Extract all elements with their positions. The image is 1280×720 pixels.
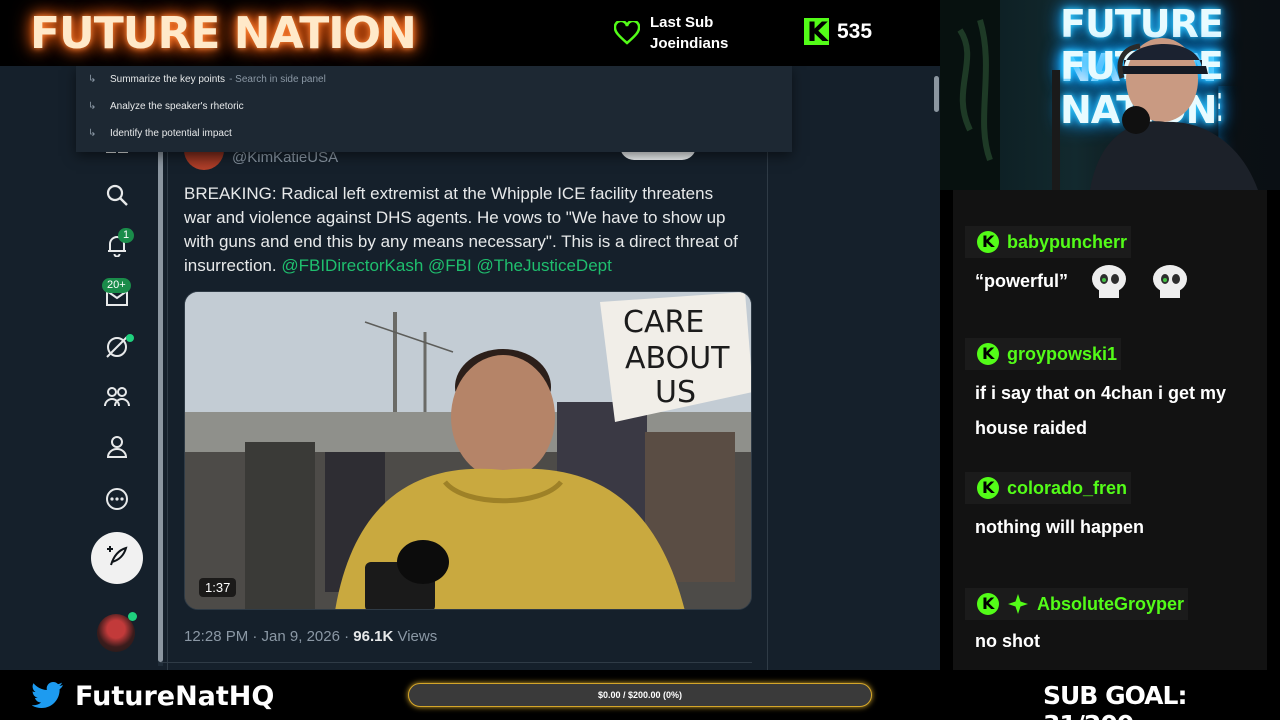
nav-grok[interactable] xyxy=(92,326,142,368)
suggestion-arrow-icon: ↳ xyxy=(88,74,97,85)
chat-username[interactable]: babypuncherr xyxy=(965,226,1132,258)
chat-message-text: nothing will happen xyxy=(975,517,1144,537)
suggestion-hint: - Search in side panel xyxy=(229,74,326,85)
column-divider xyxy=(767,66,768,670)
suggestion-arrow-icon: ↳ xyxy=(88,101,97,112)
video-duration: 1:37 xyxy=(199,578,237,597)
notifications-badge: 1 xyxy=(118,228,135,243)
chat-messages: babypuncherr “powerful” groypowski1 if i… xyxy=(953,190,1267,670)
svg-text:ABOUT: ABOUT xyxy=(625,341,730,376)
chat-username-text: colorado_fren xyxy=(1007,477,1128,498)
last-sub-label: Last Sub xyxy=(650,14,714,31)
tweet-timestamp[interactable]: 12:28 PM · Jan 9, 2026 · xyxy=(184,628,353,645)
suggestion-item[interactable]: ↳ Identify the potential impact xyxy=(88,120,232,147)
account-status-dot xyxy=(128,612,137,621)
webcam-feed: FUTURE NATION FUTURE NATION FUTURE NATIO… xyxy=(940,0,1280,190)
people-icon xyxy=(103,385,131,409)
heart-icon xyxy=(614,21,640,45)
compose-post-button[interactable] xyxy=(91,532,143,584)
future-nation-logo: FUTURE NATION xyxy=(30,8,417,59)
follower-count: 535 xyxy=(837,19,873,43)
tweet-divider xyxy=(160,662,752,663)
tweet-text: BREAKING: Radical left extremist at the … xyxy=(184,182,744,278)
nav-explore[interactable] xyxy=(92,174,142,216)
streamer-illustration xyxy=(940,0,1258,190)
sub-goal: SUB GOAL: 31/200 xyxy=(1043,681,1187,720)
tweet-video[interactable]: CARE ABOUT US 1:37 xyxy=(184,291,752,610)
skull-emote-icon xyxy=(1150,264,1190,300)
tweet-meta: 12:28 PM · Jan 9, 2026 · 96.1K Views xyxy=(184,628,437,645)
more-circle-icon xyxy=(105,487,129,511)
chat-username-text: AbsoluteGroyper xyxy=(1037,593,1185,614)
twitter-handle: FutureNatHQ xyxy=(75,681,275,712)
messages-badge: 20+ xyxy=(102,278,131,293)
chat-message-text: if i say that on 4chan i get my house ra… xyxy=(975,383,1227,438)
chat-username-text: groypowski1 xyxy=(1007,343,1118,364)
nav-profile[interactable] xyxy=(92,426,142,468)
kick-badge-icon xyxy=(977,477,999,499)
kick-badge-icon xyxy=(977,231,999,253)
nav-communities[interactable] xyxy=(92,376,142,418)
tweet-views-count: 96.1K xyxy=(353,628,394,645)
video-frame-illustration: CARE ABOUT US xyxy=(185,292,751,609)
kick-logo-icon xyxy=(804,17,829,48)
stream-bottom-bar: FutureNatHQ $0.00 / $200.00 (0%) SUB GOA… xyxy=(0,670,1280,720)
suggestion-label: Analyze the speaker's rhetoric xyxy=(110,101,244,112)
page-scrollbar[interactable] xyxy=(933,66,940,670)
suggestion-label: Identify the potential impact xyxy=(110,128,232,139)
suggestion-arrow-icon: ↳ xyxy=(88,128,97,139)
chat-username-text: babypuncherr xyxy=(1007,231,1128,252)
last-sub-name: Joeindians xyxy=(650,35,729,52)
kick-badge-icon xyxy=(977,343,999,365)
tweet-views-label: Views xyxy=(393,628,438,645)
search-icon xyxy=(105,183,129,207)
skull-emote-icon xyxy=(1089,264,1129,300)
grok-unread-dot xyxy=(126,334,134,342)
svg-text:US: US xyxy=(655,375,696,410)
chat-message-text: “powerful” xyxy=(975,264,1265,300)
sparkle-badge-icon xyxy=(1007,593,1029,615)
svg-text:CARE: CARE xyxy=(623,305,704,340)
last-sub-widget: Last Sub Joeindians xyxy=(614,12,728,54)
column-divider xyxy=(167,66,168,670)
twitter-bird-icon xyxy=(31,682,64,713)
chat-panel: babypuncherr “powerful” groypowski1 if i… xyxy=(940,190,1280,670)
tweet-mentions[interactable]: @FBIDirectorKash @FBI @TheJusticeDept xyxy=(281,256,611,275)
suggestion-item[interactable]: ↳ Analyze the speaker's rhetoric xyxy=(88,93,244,120)
nav-more[interactable] xyxy=(92,478,142,520)
suggestion-item[interactable]: ↳ Summarize the key points - Search in s… xyxy=(88,66,326,93)
stream-top-bar: FUTURE NATION Last Sub Joeindians 535 xyxy=(0,0,940,66)
chat-username[interactable]: colorado_fren xyxy=(965,472,1132,504)
sidebar-scrollbar[interactable] xyxy=(158,66,163,666)
kick-badge-icon xyxy=(977,593,999,615)
chat-message-text: no shot xyxy=(975,631,1040,651)
nav-messages[interactable]: 20+ xyxy=(92,276,142,318)
x-browser-capture: 1 20+ @KimKatieUSA BREAKING: Radical lef… xyxy=(0,66,940,670)
chat-username[interactable]: groypowski1 xyxy=(965,338,1122,370)
person-icon xyxy=(106,435,128,459)
chat-message-body: “powerful” xyxy=(975,271,1068,291)
feather-plus-icon xyxy=(104,543,130,574)
donation-goal-bar: $0.00 / $200.00 (0%) xyxy=(408,683,872,707)
kick-follower-count: 535 xyxy=(804,17,873,48)
chat-username[interactable]: AbsoluteGroyper xyxy=(965,588,1189,620)
suggestion-label: Summarize the key points xyxy=(110,74,226,85)
grok-suggestion-dropdown: ↳ Summarize the key points - Search in s… xyxy=(76,66,792,152)
nav-notifications[interactable]: 1 xyxy=(92,224,142,266)
